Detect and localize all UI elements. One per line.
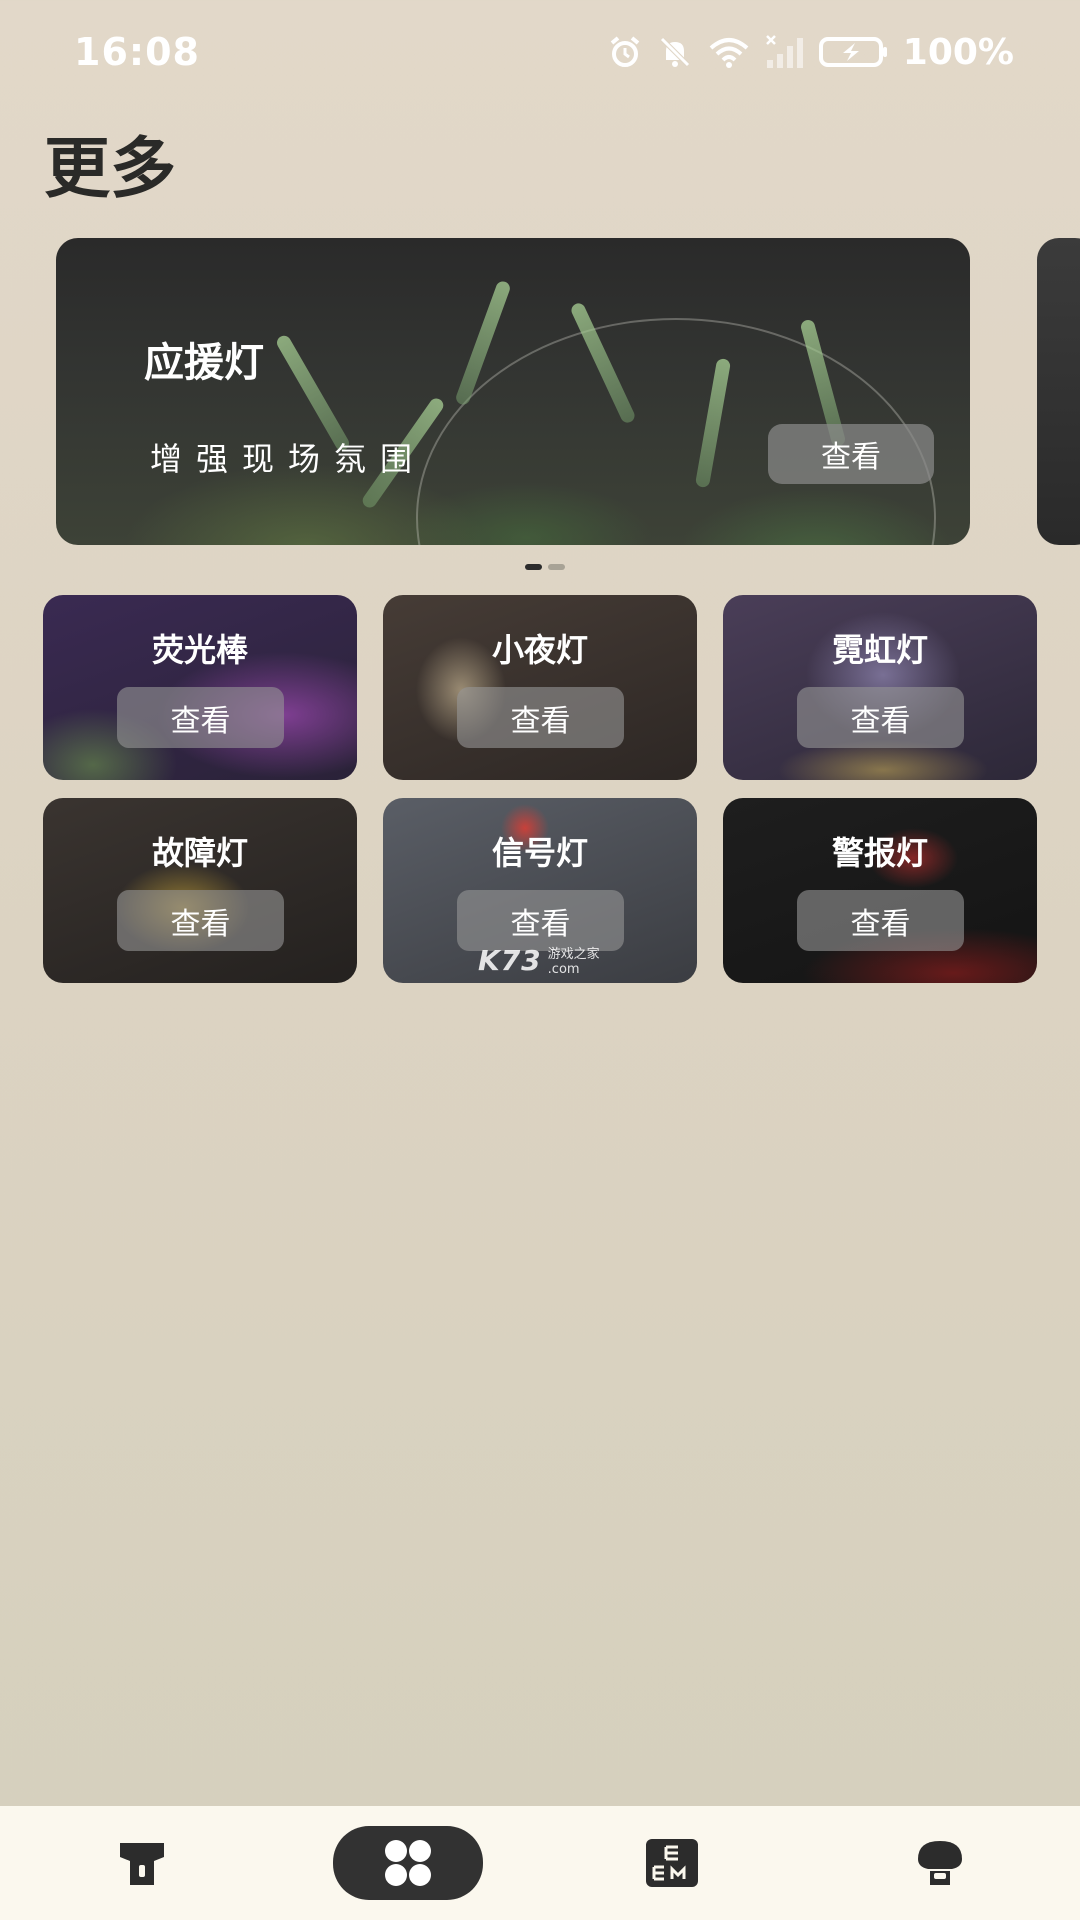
- page-title: 更多: [44, 130, 176, 207]
- status-time: 16:08: [74, 30, 200, 74]
- card-view-button[interactable]: 查看: [797, 890, 964, 951]
- nav-item-lamp[interactable]: [900, 1826, 980, 1900]
- card-title: 警报灯: [831, 834, 928, 872]
- card-title: 荧光棒: [151, 631, 248, 669]
- card-night-light[interactable]: 小夜灯 查看: [383, 595, 697, 780]
- card-title: 小夜灯: [491, 631, 588, 669]
- grid-icon: [385, 1840, 431, 1886]
- watermark-main: K73: [478, 944, 542, 977]
- watermark-domain: .com: [547, 962, 580, 977]
- watermark-cn: 游戏之家: [547, 947, 600, 962]
- card-fault-light[interactable]: 故障灯 查看: [43, 798, 357, 983]
- hero-banner-card[interactable]: 应援灯 增强现场氛围 查看: [56, 238, 970, 545]
- card-view-button[interactable]: 查看: [457, 687, 624, 748]
- card-title: 霓虹灯: [831, 631, 928, 669]
- watermark-sub: 游戏之家 .com: [548, 947, 600, 977]
- watermark-logo: K73 游戏之家 .com: [478, 944, 600, 977]
- flashlight-icon: [120, 1843, 164, 1885]
- card-neon-light[interactable]: 霓虹灯 查看: [723, 595, 1037, 780]
- card-glow-stick[interactable]: 荧光棒 查看: [43, 595, 357, 780]
- status-icons: 100%: [607, 31, 1014, 73]
- bottom-navigation: [0, 1806, 1080, 1920]
- nav-item-flashlight[interactable]: [104, 1826, 180, 1900]
- battery-charging-icon: [818, 37, 887, 67]
- card-view-button[interactable]: 查看: [457, 890, 624, 951]
- hero-view-button[interactable]: 查看: [768, 424, 934, 484]
- hero-title: 应援灯: [144, 340, 264, 386]
- signal-icon: [765, 35, 803, 68]
- pager-dot[interactable]: [548, 564, 565, 570]
- hero-next-card-peek[interactable]: [1037, 238, 1080, 545]
- carousel-pager: [525, 564, 565, 570]
- wifi-icon: [709, 38, 749, 68]
- alarm-icon: [610, 36, 640, 67]
- nav-item-more[interactable]: [333, 1826, 483, 1900]
- card-view-button[interactable]: 查看: [117, 687, 284, 748]
- card-alarm-light[interactable]: 警报灯 查看: [723, 798, 1037, 983]
- board-icon: [646, 1839, 698, 1887]
- bell-muted-icon: [660, 37, 690, 67]
- lamp-icon: [918, 1841, 962, 1885]
- card-view-button[interactable]: 查看: [797, 687, 964, 748]
- hero-subtitle: 增强现场氛围: [150, 440, 427, 478]
- battery-percentage: 100%: [902, 31, 1014, 73]
- nav-item-board[interactable]: [632, 1826, 712, 1900]
- card-view-button[interactable]: 查看: [117, 890, 284, 951]
- status-bar: 16:08 100%: [0, 0, 1080, 106]
- card-title: 故障灯: [151, 834, 248, 872]
- pager-dot-active[interactable]: [525, 564, 542, 570]
- card-title: 信号灯: [491, 834, 588, 872]
